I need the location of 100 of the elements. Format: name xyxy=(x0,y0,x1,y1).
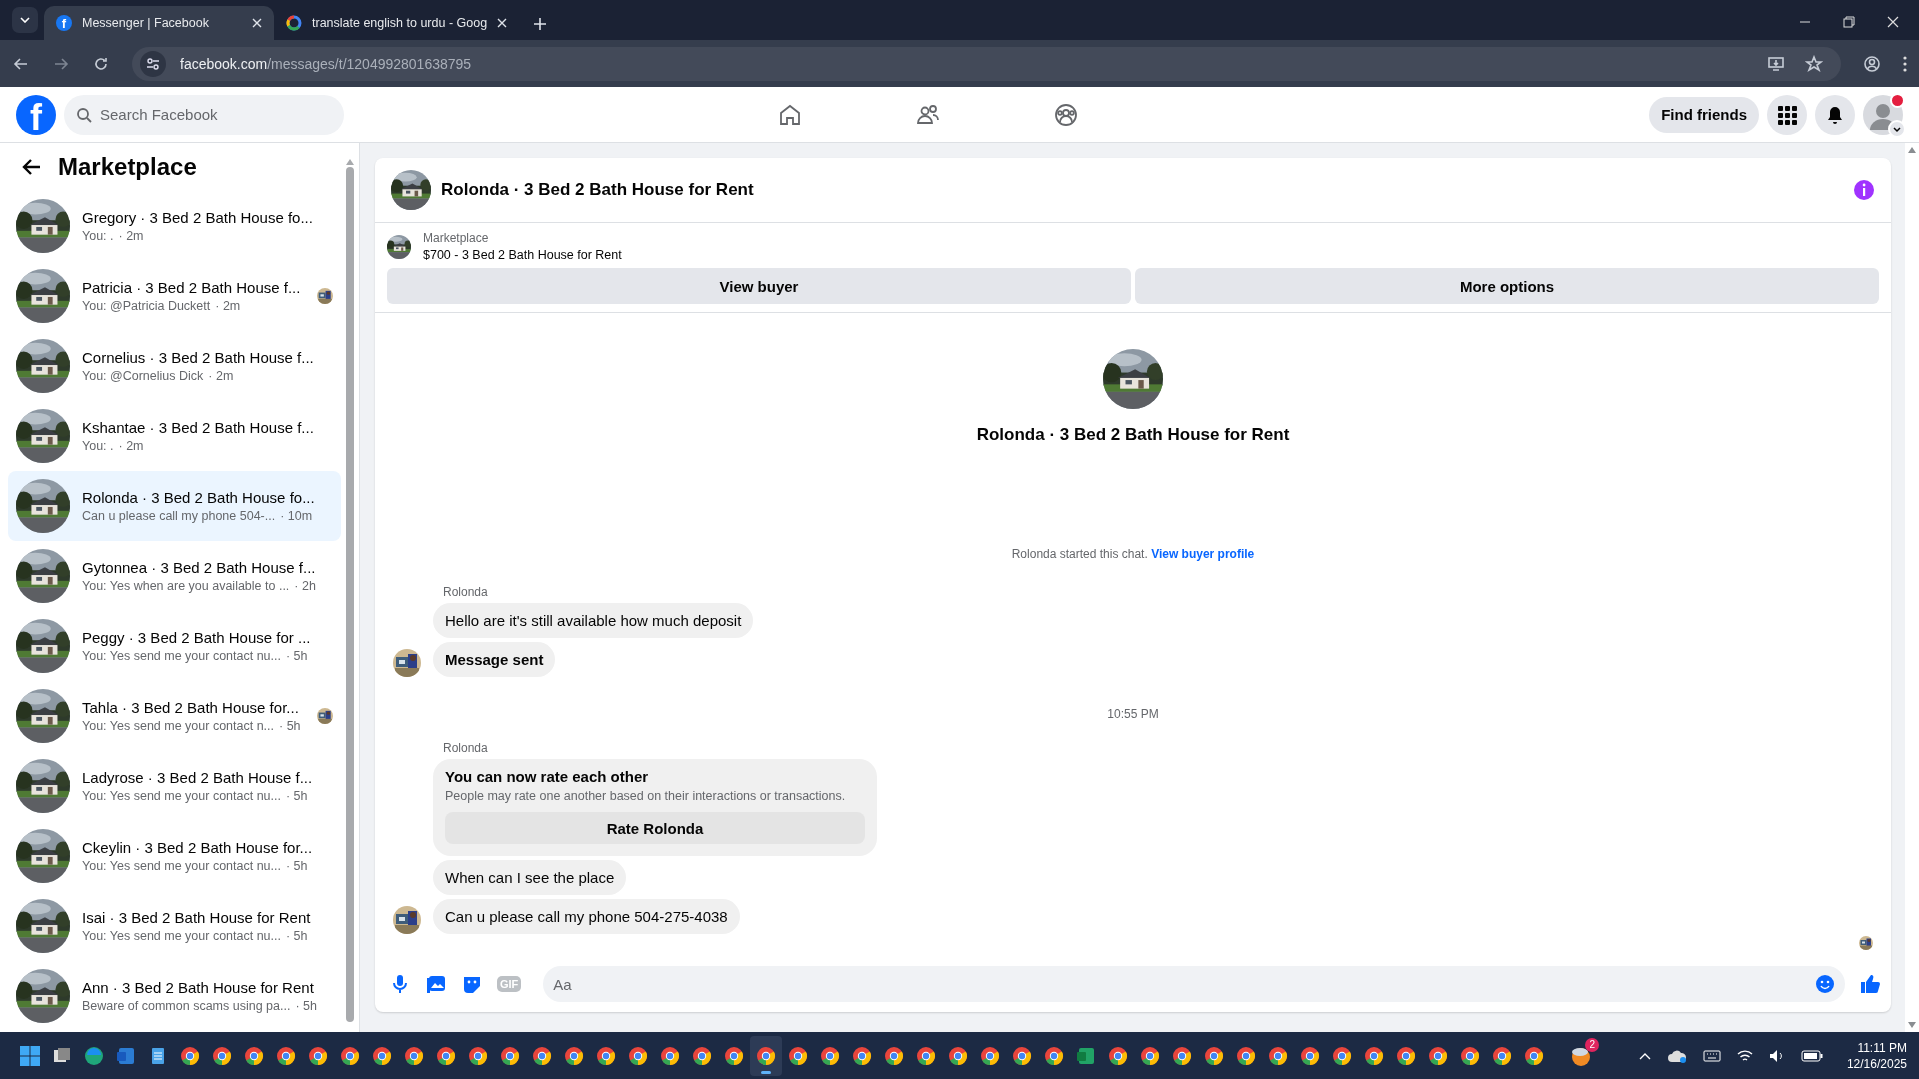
view-buyer-profile-link[interactable]: View buyer profile xyxy=(1151,547,1255,561)
chrome-icon[interactable] xyxy=(692,1045,712,1066)
chrome-icon[interactable] xyxy=(244,1045,264,1066)
restore-icon[interactable] xyxy=(1843,16,1855,28)
chrome-icon[interactable] xyxy=(1524,1045,1544,1066)
action-button[interactable]: More options xyxy=(1135,268,1879,304)
browser-tab[interactable]: translate english to urdu - Goog xyxy=(274,6,520,40)
conversation-item[interactable]: Gytonnea · 3 Bed 2 Bath House f... You: Yes when are you available to ... · 2h xyxy=(8,541,341,611)
chrome-icon[interactable] xyxy=(1332,1045,1352,1066)
cloud-icon[interactable] xyxy=(1666,1048,1687,1063)
find-friends-button[interactable]: Find friends xyxy=(1649,96,1759,133)
scroll-down-icon[interactable] xyxy=(1908,1022,1916,1028)
profile-icon[interactable] xyxy=(1863,54,1881,73)
profile-avatar[interactable] xyxy=(1863,94,1903,135)
conversation-item[interactable]: Patricia · 3 Bed 2 Bath House f... You: @Patricia Duckett · 2m xyxy=(8,261,341,331)
taskbar-button[interactable] xyxy=(750,1035,782,1076)
chrome-icon[interactable] xyxy=(1492,1045,1512,1066)
word-icon[interactable] xyxy=(116,1045,136,1066)
back-arrow-icon[interactable] xyxy=(22,157,42,177)
conversation-item[interactable]: Peggy · 3 Bed 2 Bath House for ... You: Yes send me your contact nu... · 5h xyxy=(8,611,341,681)
chrome-icon[interactable] xyxy=(980,1045,1000,1066)
chrome-icon[interactable] xyxy=(788,1045,808,1066)
speaker-icon[interactable] xyxy=(1768,1048,1785,1063)
chrome-icon[interactable] xyxy=(820,1045,840,1066)
bell-icon[interactable] xyxy=(1815,94,1855,135)
chrome-icon[interactable] xyxy=(308,1045,328,1066)
conversation-item[interactable]: Ckeylin · 3 Bed 2 Bath House for... You: Yes send me your contact nu... · 5h xyxy=(8,821,341,891)
chrome-icon[interactable] xyxy=(180,1045,200,1066)
tab-list-button[interactable] xyxy=(12,7,38,33)
close-icon[interactable] xyxy=(497,18,508,28)
chrome-icon[interactable] xyxy=(948,1045,968,1066)
wifi-icon[interactable] xyxy=(1736,1048,1753,1063)
chrome-icon[interactable] xyxy=(756,1045,776,1066)
conversation-item[interactable]: Rolonda · 3 Bed 2 Bath House fo... Can u please call my phone 504-... · 10m xyxy=(8,471,341,541)
rate-button[interactable]: Rate Rolonda xyxy=(445,812,865,844)
chrome-icon[interactable] xyxy=(1300,1045,1320,1066)
chrome-icon[interactable] xyxy=(564,1045,584,1066)
facebook-logo[interactable]: f xyxy=(16,94,56,135)
chevron-down-icon[interactable] xyxy=(20,17,30,23)
chrome-icon[interactable] xyxy=(660,1045,680,1066)
chrome-icon[interactable] xyxy=(724,1045,744,1066)
battery-icon[interactable] xyxy=(1800,1049,1823,1062)
close-icon[interactable] xyxy=(252,18,262,28)
browser-tab[interactable]: f Messenger | Facebook xyxy=(44,6,274,40)
new-tab-icon[interactable] xyxy=(533,17,548,31)
chrome-icon[interactable] xyxy=(1204,1045,1224,1066)
chrome-icon[interactable] xyxy=(468,1045,488,1066)
emoji-icon[interactable] xyxy=(1815,974,1835,994)
site-settings-icon[interactable] xyxy=(140,50,166,77)
chrome-icon[interactable] xyxy=(1364,1045,1384,1066)
menu-icon[interactable] xyxy=(1903,55,1907,72)
scroll-up-icon[interactable] xyxy=(1908,147,1916,153)
search-field[interactable]: Search Facebook xyxy=(64,94,344,135)
chrome-icon[interactable] xyxy=(532,1045,552,1066)
conversation-item[interactable]: Ann · 3 Bed 2 Bath House for Rent Beware of common scams using pa... · 5h xyxy=(8,961,341,1031)
chrome-icon[interactable] xyxy=(1012,1045,1032,1066)
chrome-icon[interactable] xyxy=(596,1045,616,1066)
chrome-icon[interactable] xyxy=(372,1045,392,1066)
chrome-icon[interactable] xyxy=(276,1045,296,1066)
message-field[interactable]: Aa xyxy=(543,966,1845,1002)
conversation-item[interactable]: Ladyrose · 3 Bed 2 Bath House f... You: Yes send me your contact nu... · 5h xyxy=(8,751,341,821)
conversation-item[interactable]: Tahla · 3 Bed 2 Bath House for... You: Yes send me your contact n... · 5h xyxy=(8,681,341,751)
info-icon[interactable] xyxy=(1853,179,1875,201)
chrome-icon[interactable] xyxy=(884,1045,904,1066)
conversation-item[interactable]: Isai · 3 Bed 2 Bath House for Rent You: Yes send me your contact nu... · 5h xyxy=(8,891,341,961)
chrome-icon[interactable] xyxy=(628,1045,648,1066)
clock-date[interactable]: 12/16/2025 xyxy=(1846,1055,1907,1072)
chrome-icon[interactable] xyxy=(1044,1045,1064,1066)
chrome-icon[interactable] xyxy=(500,1045,520,1066)
edge-icon[interactable] xyxy=(84,1045,104,1066)
chrome-icon[interactable] xyxy=(1428,1045,1448,1066)
chrome-icon[interactable] xyxy=(212,1045,232,1066)
install-icon[interactable] xyxy=(1767,54,1785,73)
thumbs-up-icon[interactable] xyxy=(1859,973,1881,995)
chrome-icon[interactable] xyxy=(340,1045,360,1066)
chrome-icon[interactable] xyxy=(852,1045,872,1066)
start-button[interactable] xyxy=(20,1045,40,1066)
chrome-icon[interactable] xyxy=(436,1045,456,1066)
conversation-item[interactable]: Kshantae · 3 Bed 2 Bath House f... You: . · 2m xyxy=(8,401,341,471)
conversation-item[interactable]: Cornelius · 3 Bed 2 Bath House f... You: @Cornelius Dick · 2m xyxy=(8,331,341,401)
photo-icon[interactable] xyxy=(425,973,447,995)
chrome-icon[interactable] xyxy=(916,1045,936,1066)
address-bar[interactable]: facebook.com/messages/t/1204992801638795 xyxy=(132,46,1841,81)
close-icon[interactable] xyxy=(1887,16,1899,28)
chrome-icon[interactable] xyxy=(1236,1045,1256,1066)
bookmark-star-icon[interactable] xyxy=(1805,54,1823,73)
chrome-icon[interactable] xyxy=(1108,1045,1128,1066)
action-button[interactable]: View buyer xyxy=(387,268,1131,304)
chrome-icon[interactable] xyxy=(1172,1045,1192,1066)
conversation-item[interactable]: Gregory · 3 Bed 2 Bath House fo... You: . · 2m xyxy=(8,191,341,261)
chrome-icon[interactable] xyxy=(1268,1045,1288,1066)
chrome-icon[interactable] xyxy=(1396,1045,1416,1066)
chrome-icon[interactable] xyxy=(404,1045,424,1066)
menu-icon[interactable] xyxy=(1767,94,1807,135)
chrome-icon[interactable] xyxy=(1460,1045,1480,1066)
chevron-up-icon[interactable] xyxy=(1638,1051,1651,1060)
clock-time[interactable]: 11:11 PM xyxy=(1846,1039,1907,1056)
chrome-icon[interactable] xyxy=(1140,1045,1160,1066)
keyboard-icon[interactable] xyxy=(1702,1049,1721,1062)
excel-icon[interactable] xyxy=(1076,1045,1096,1066)
